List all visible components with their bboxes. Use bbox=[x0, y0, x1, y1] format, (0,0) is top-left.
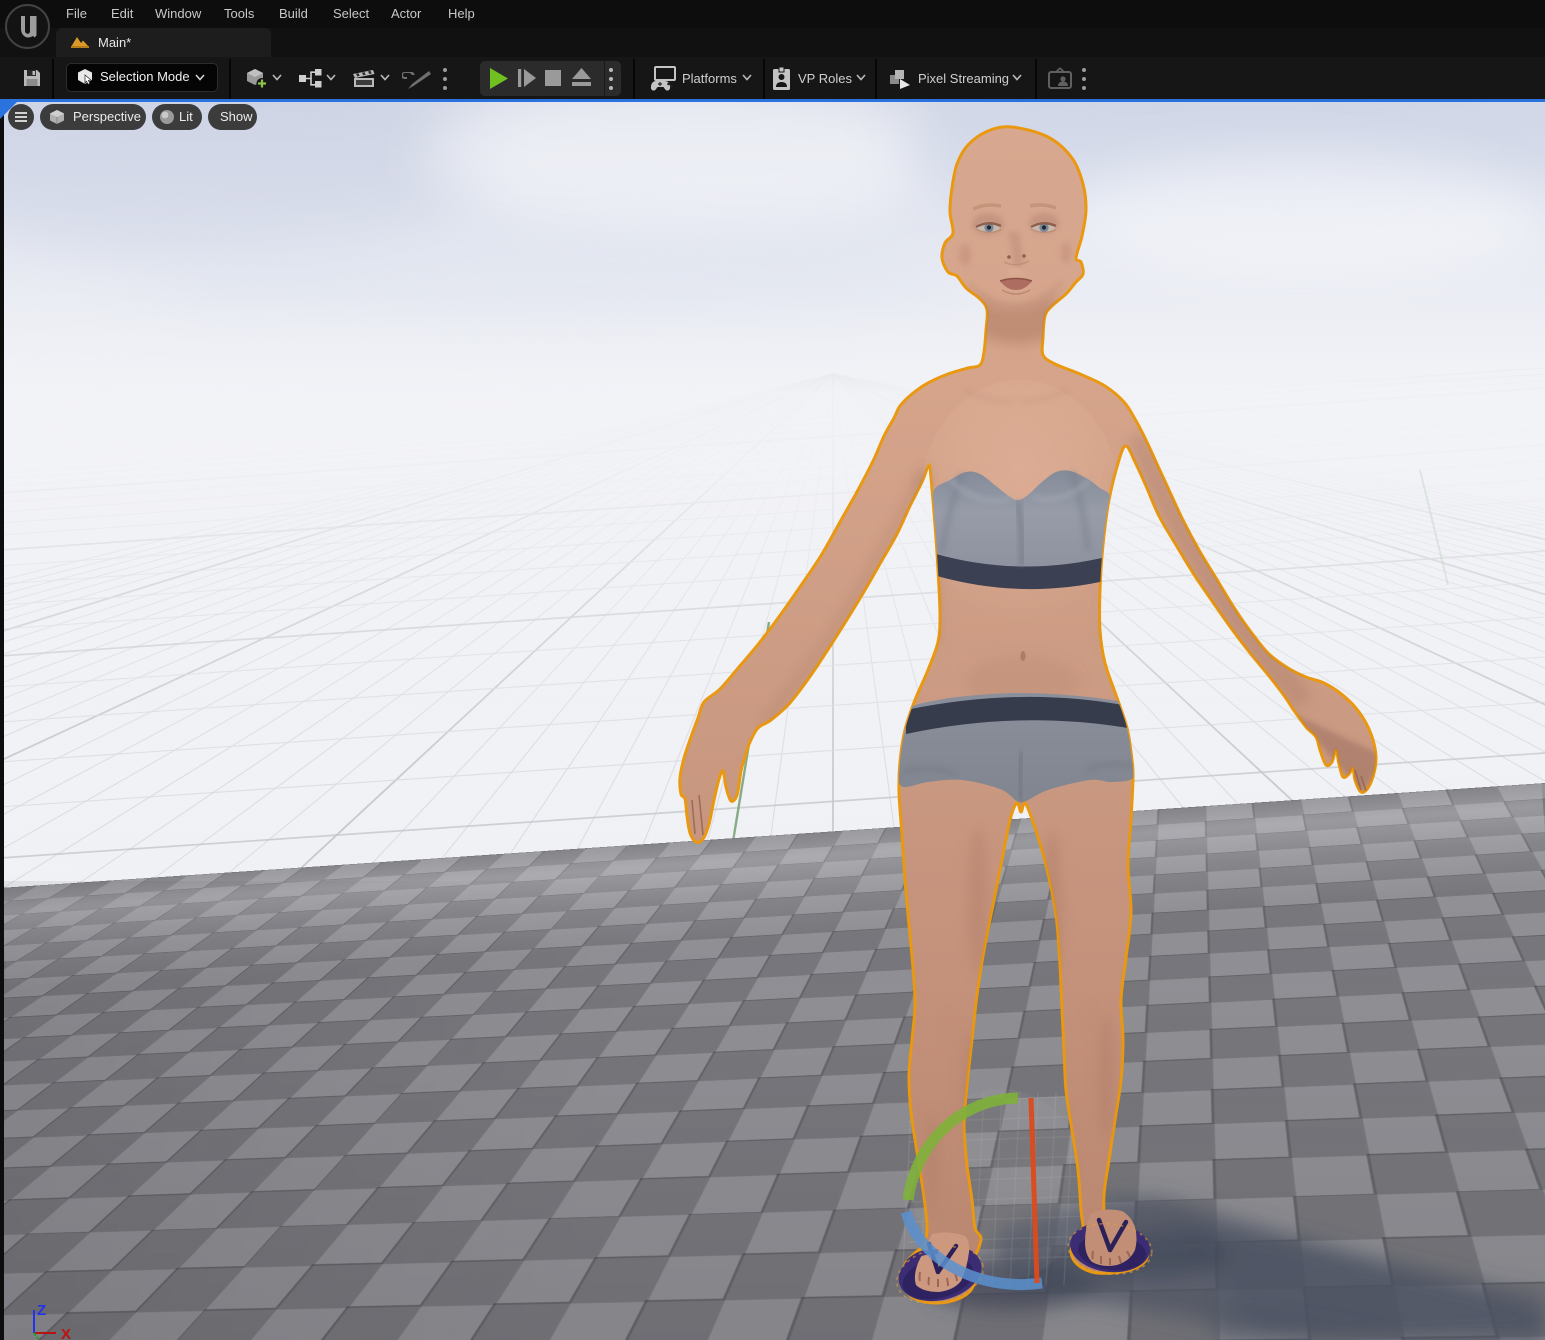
svg-text:X: X bbox=[61, 1326, 71, 1340]
svg-text:Z: Z bbox=[37, 1302, 46, 1319]
